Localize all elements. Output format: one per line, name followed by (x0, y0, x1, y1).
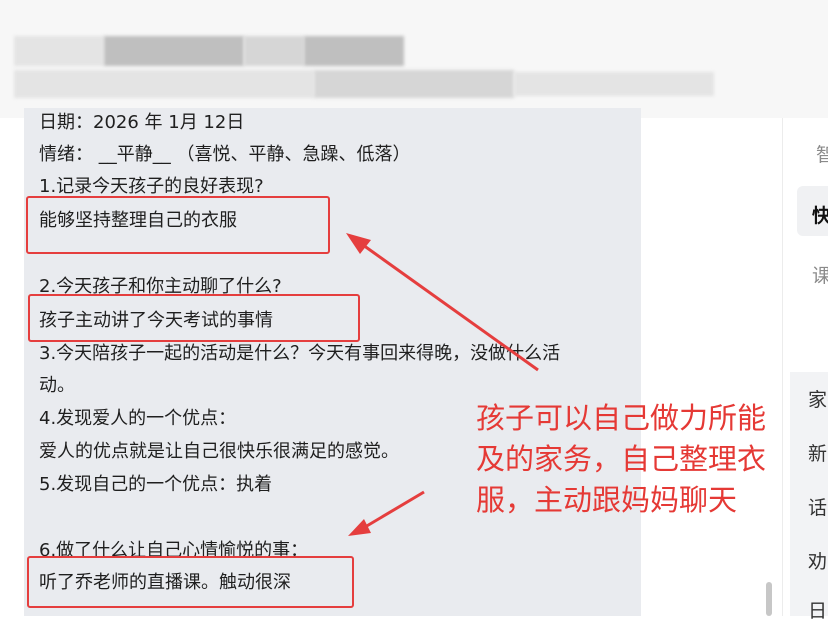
right-panel-item-course[interactable]: 课 (812, 261, 828, 288)
right-nav-item-5[interactable]: 日 (808, 596, 828, 623)
answer-4: 爱人的优点就是让自己很快乐很满足的感觉。 (39, 441, 399, 462)
date-line: 日期：2026 年 1月 12日 (39, 112, 245, 133)
right-nav-item-4[interactable]: 劝 (808, 547, 828, 574)
scrollbar-thumb[interactable] (766, 582, 772, 616)
question-3: 3.今天陪孩子一起的活动是什么？今天有事回来得晚，没做什么活 (39, 343, 561, 364)
highlight-box-answer-1 (26, 196, 330, 254)
right-panel-item-top[interactable]: 智 (816, 140, 828, 167)
highlight-box-answer-6 (27, 556, 354, 608)
highlight-box-answer-2 (28, 294, 360, 342)
annotation-line-3: 服，主动跟妈妈聊天 (476, 483, 738, 517)
right-panel-divider (782, 118, 783, 616)
right-nav-item-3[interactable]: 话 (808, 493, 828, 520)
annotation-text: 孩子可以自己做力所能 及的家务，自己整理衣 服，主动跟妈妈聊天 (476, 398, 796, 521)
blurred-header (0, 0, 828, 118)
annotation-line-2: 及的家务，自己整理衣 (476, 442, 767, 476)
mood-line: 情绪： __平静__ （喜悦、平静、急躁、低落） (39, 144, 411, 165)
message-card: 日期：2026 年 1月 12日 情绪： __平静__ （喜悦、平静、急躁、低落… (24, 108, 641, 616)
right-nav-item-1[interactable]: 家 (808, 385, 828, 412)
right-nav-item-2[interactable]: 新 (808, 439, 828, 466)
annotation-line-1: 孩子可以自己做力所能 (476, 401, 767, 435)
right-panel-item-active[interactable]: 快 (812, 201, 828, 228)
question-3-continued: 动。 (39, 375, 75, 396)
question-5: 5.发现自己的一个优点：执着 (39, 474, 273, 495)
question-4: 4.发现爱人的一个优点： (39, 408, 237, 429)
